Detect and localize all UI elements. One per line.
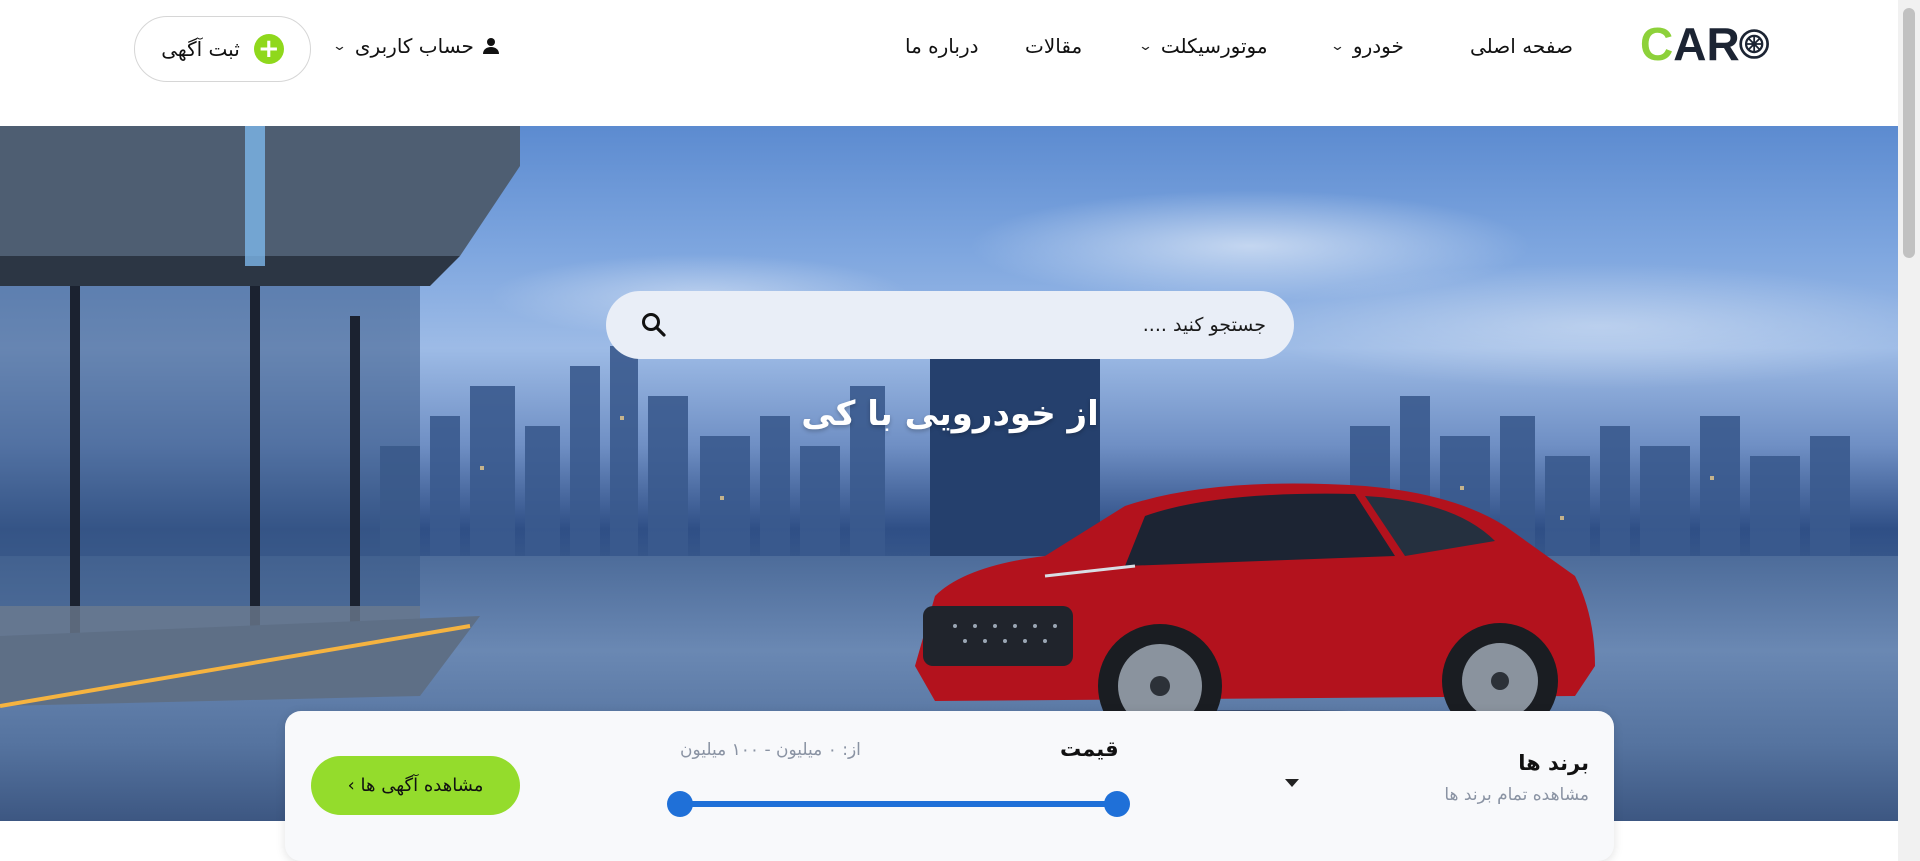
price-slider-track[interactable] xyxy=(680,801,1117,807)
wheel-icon xyxy=(1739,29,1769,59)
chevron-down-icon: ⌄ xyxy=(1137,38,1154,54)
nav-home-label: صفحه اصلی xyxy=(1470,34,1573,58)
brands-filter[interactable]: برند ها مشاهده تمام برند ها xyxy=(1444,751,1589,805)
chevron-down-icon: ⌄ xyxy=(1329,38,1346,54)
caret-down-icon[interactable] xyxy=(1285,779,1299,787)
search-icon[interactable] xyxy=(634,305,674,345)
price-slider-max-handle[interactable] xyxy=(1104,791,1130,817)
logo-letter-c: C xyxy=(1640,18,1674,70)
site-logo[interactable]: C AR xyxy=(1640,16,1770,72)
nav-about[interactable]: درباره ما xyxy=(905,28,979,64)
user-icon xyxy=(482,37,500,55)
account-menu[interactable]: حساب کاربری ⌄ xyxy=(331,28,500,64)
search-filter-bar: برند ها مشاهده تمام برند ها قیمت از: ۰ م… xyxy=(285,711,1614,861)
search-bar xyxy=(606,291,1294,359)
page-scrollbar[interactable] xyxy=(1898,0,1920,861)
price-range-label: از: ۰ میلیون - ۱۰۰ میلیون xyxy=(680,740,861,760)
post-ad-button[interactable]: + ثبت آگهی xyxy=(134,16,311,82)
brands-title: برند ها xyxy=(1518,751,1589,775)
hero-headline: از خودرویی با کی xyxy=(801,394,1099,434)
nav-home[interactable]: صفحه اصلی xyxy=(1470,28,1573,64)
view-ads-button[interactable]: مشاهده آگهی ها › xyxy=(311,756,520,815)
search-input[interactable] xyxy=(686,314,1266,336)
nav-articles[interactable]: مقالات xyxy=(1025,28,1082,64)
brands-subtitle: مشاهده تمام برند ها xyxy=(1444,785,1589,805)
logo-letters-ar: AR xyxy=(1673,18,1740,70)
price-slider-min-handle[interactable] xyxy=(667,791,693,817)
post-ad-label: ثبت آگهی xyxy=(161,37,240,61)
account-label: حساب کاربری xyxy=(354,34,474,58)
scrollbar-thumb[interactable] xyxy=(1903,8,1915,258)
nav-about-label: درباره ما xyxy=(905,34,979,58)
plus-icon: + xyxy=(253,34,284,64)
nav-articles-label: مقالات xyxy=(1025,34,1083,58)
chevron-down-icon: ⌄ xyxy=(331,38,348,54)
nav-motorcycle-label: موتورسیکلت xyxy=(1160,34,1268,58)
site-header: C AR صفحه اصلی خودرو ⌄ موتورسیکلت ⌄ مقال… xyxy=(0,0,1898,126)
price-title: قیمت xyxy=(1060,737,1119,761)
nav-motorcycle[interactable]: موتورسیکلت ⌄ xyxy=(1137,28,1268,64)
nav-car-label: خودرو xyxy=(1352,34,1404,58)
nav-car[interactable]: خودرو ⌄ xyxy=(1329,28,1404,64)
glass-building xyxy=(0,126,520,708)
